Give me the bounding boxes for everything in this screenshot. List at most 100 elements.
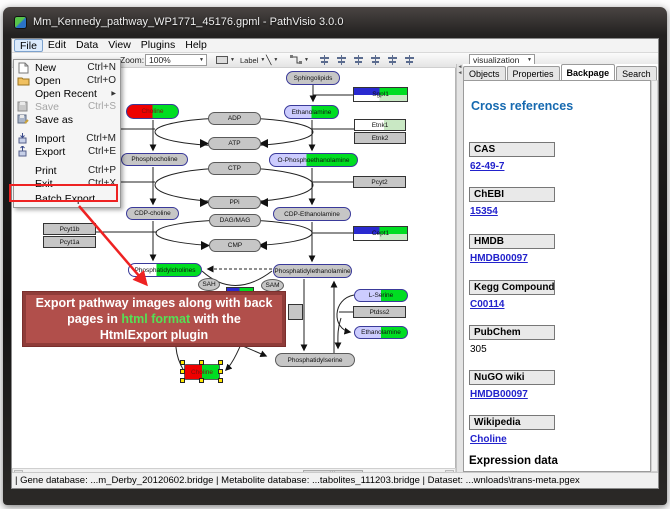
pathway-node-phosphatidylcholines[interactable]: Phosphatidylcholines: [128, 263, 202, 277]
tab-backpage[interactable]: Backpage: [561, 64, 616, 80]
menu-item-import[interactable]: ImportCtrl+M: [14, 132, 120, 145]
gene-box-etnk1[interactable]: Etnk1: [354, 119, 406, 131]
selection-handle[interactable]: [180, 360, 185, 365]
panel-splitter[interactable]: ◄◄: [456, 64, 463, 472]
menu-item-save[interactable]: SaveCtrl+S: [14, 100, 120, 113]
xref-link[interactable]: 15354: [470, 206, 498, 217]
pathway-node-sam[interactable]: SAM: [261, 279, 284, 292]
side-panel-tabs: ObjectsPropertiesBackpageSearchLegend: [463, 64, 658, 80]
gene-box[interactable]: [226, 287, 254, 294]
menu-item-label: New: [35, 62, 56, 74]
menubar-item-edit[interactable]: Edit: [43, 39, 71, 52]
gene-box[interactable]: [288, 304, 303, 320]
menu-item-batch-export[interactable]: Batch Export: [14, 192, 120, 205]
xref-section-cas: CAS: [469, 142, 555, 157]
tab-properties[interactable]: Properties: [507, 66, 560, 80]
gene-box-etnk2[interactable]: Etnk2: [354, 132, 406, 144]
menu-item-print[interactable]: PrintCtrl+P: [14, 164, 120, 177]
chevron-down-icon: ▼: [271, 57, 280, 63]
menu-item-save-as[interactable]: Save as: [14, 113, 120, 126]
spacer: [17, 178, 31, 189]
distribute-horizontal-icon[interactable]: [353, 55, 364, 65]
side-panel: ObjectsPropertiesBackpageSearchLegend Cr…: [463, 64, 658, 472]
align-center-y-icon[interactable]: [336, 55, 347, 65]
selection-handle[interactable]: [218, 378, 223, 383]
xref-link[interactable]: C00114: [470, 299, 504, 310]
xref-link[interactable]: 62-49-7: [470, 161, 504, 172]
xref-section-nugo-wiki: NuGO wiki: [469, 370, 555, 385]
status-bar: | Gene database: ...m_Derby_20120602.bri…: [12, 472, 658, 488]
xref-link[interactable]: Choline: [470, 434, 507, 445]
expression-data-heading: Expression data: [469, 455, 558, 467]
panel-scrollbar[interactable]: [651, 80, 658, 472]
gene-box-pcyt1a[interactable]: Pcyt1a: [43, 236, 96, 248]
tab-objects[interactable]: Objects: [463, 66, 506, 80]
pathway-node-dag-mag[interactable]: DAG/MAG: [209, 214, 261, 227]
distribute-vertical-icon[interactable]: [370, 55, 381, 65]
align-center-x-icon[interactable]: [319, 55, 330, 65]
menubar-item-help[interactable]: Help: [180, 39, 212, 52]
menu-item-export[interactable]: ExportCtrl+E: [14, 145, 120, 158]
chevron-down-icon: ▼: [228, 57, 237, 63]
menu-item-label: Open: [35, 75, 61, 87]
pathway-node-phosphatidylserine[interactable]: Phosphatidylserine: [275, 353, 355, 367]
zoom-combobox[interactable]: 100%▼: [145, 54, 207, 66]
pathway-node-atp[interactable]: ATP: [208, 137, 261, 150]
menu-shortcut: Ctrl+M: [86, 133, 116, 144]
pathway-node-ethanolamine[interactable]: Ethanolamine: [354, 326, 408, 339]
xref-link[interactable]: HMDB00097: [470, 253, 528, 264]
menubar-item-plugins[interactable]: Plugins: [136, 39, 180, 52]
pathway-node-cdp-ethanolamine[interactable]: CDP-Ethanolamine: [273, 207, 351, 221]
selection-handle[interactable]: [199, 378, 204, 383]
pathway-node-cdp-choline[interactable]: CDP-choline: [126, 207, 179, 220]
selection-handle[interactable]: [218, 360, 223, 365]
selection-handle[interactable]: [218, 369, 223, 374]
pathway-node-sphingolipids[interactable]: Sphingolipids: [286, 71, 340, 85]
gene-box-ptdss2[interactable]: Ptdss2: [353, 306, 406, 318]
menu-item-label: Print: [35, 165, 57, 177]
menu-item-new[interactable]: New Ctrl+N: [14, 61, 120, 74]
menu-item-label: Batch Export: [35, 193, 95, 205]
add-gene-product-button[interactable]: ▼: [214, 54, 239, 66]
xref-link[interactable]: HMDB00097: [470, 389, 528, 400]
menu-shortcut: Ctrl+N: [87, 62, 116, 73]
pathway-node-choline[interactable]: Choline: [126, 104, 179, 119]
pathway-node-cmp[interactable]: CMP: [209, 239, 261, 252]
menubar-item-view[interactable]: View: [103, 39, 136, 52]
tab-legend[interactable]: Legend: [658, 66, 659, 80]
pathway-node-phosphatidylethanolamine[interactable]: Phosphatidylethanolamine: [273, 264, 352, 278]
align-top-icon[interactable]: [387, 55, 398, 65]
xref-value: 305: [470, 344, 487, 355]
menu-item-exit[interactable]: ExitCtrl+X: [14, 177, 120, 190]
line-tool-button[interactable]: ╲▼: [264, 54, 282, 66]
selection-handle[interactable]: [180, 369, 185, 374]
menu-item-open[interactable]: Open Ctrl+O: [14, 74, 120, 87]
gene-box-pcyt2[interactable]: Pcyt2: [353, 176, 406, 188]
pathway-node-ethanolamine[interactable]: Ethanolamine: [284, 105, 339, 119]
app-window: Mm_Kennedy_pathway_WP1771_45176.gpml - P…: [3, 7, 667, 505]
menu-item-label: Exit: [35, 178, 53, 190]
selection-handle[interactable]: [199, 360, 204, 365]
pathway-node-sah[interactable]: SAH: [198, 278, 220, 291]
menubar-item-data[interactable]: Data: [71, 39, 103, 52]
pathway-node-adp[interactable]: ADP: [208, 112, 261, 125]
tab-search[interactable]: Search: [616, 66, 657, 80]
pathway-node-l-serine[interactable]: L-Serine: [354, 289, 408, 302]
import-icon: [17, 133, 31, 144]
menu-item-open-recent[interactable]: Open Recent▶: [14, 87, 120, 100]
menubar-item-file[interactable]: File: [14, 39, 43, 52]
gene-box-cept1[interactable]: Cept1: [353, 226, 408, 241]
pathway-node-o-phosphoethanolamine[interactable]: O-Phosphoethanolamine: [269, 153, 358, 167]
gene-box-sgpl1[interactable]: Sgpl1: [353, 87, 408, 102]
menu-item-label: Save: [35, 101, 59, 113]
selection-handle[interactable]: [180, 378, 185, 383]
pathway-node-ppi[interactable]: PPi: [208, 196, 261, 209]
xref-section-kegg-compound: Kegg Compound: [469, 280, 555, 295]
connector-tool-button[interactable]: ▼: [288, 54, 313, 66]
menu-shortcut: Ctrl+O: [87, 75, 116, 86]
align-left-icon[interactable]: [404, 55, 415, 65]
pathway-node-ctp[interactable]: CTP: [208, 162, 261, 175]
pathway-node-phosphocholine[interactable]: Phosphocholine: [121, 153, 188, 166]
gene-box-pcyt1b[interactable]: Pcyt1b: [43, 223, 96, 235]
collapse-panel-icon[interactable]: ◄◄: [458, 64, 463, 76]
